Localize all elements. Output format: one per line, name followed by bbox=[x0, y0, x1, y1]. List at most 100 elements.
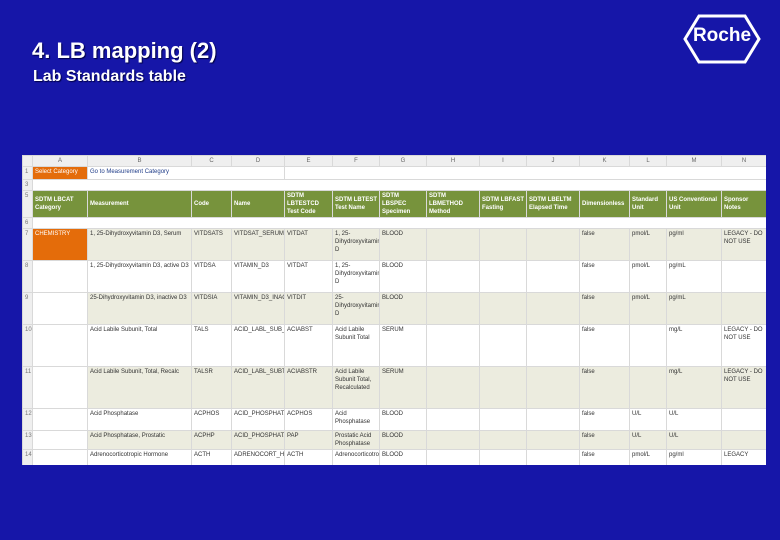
select-all-corner[interactable] bbox=[22, 155, 33, 167]
table-cell[interactable]: TALSR bbox=[191, 366, 232, 409]
table-cell[interactable]: false bbox=[579, 324, 630, 367]
table-cell[interactable]: TALS bbox=[191, 324, 232, 367]
table-cell[interactable]: pg/ml bbox=[666, 449, 722, 465]
empty-cell[interactable] bbox=[32, 430, 88, 450]
empty-cell[interactable] bbox=[32, 449, 88, 465]
empty-cell[interactable] bbox=[284, 166, 766, 180]
table-cell[interactable]: Acid Phosphatase bbox=[87, 408, 192, 431]
table-cell[interactable]: LEGACY - DO NOT USE bbox=[721, 324, 766, 367]
table-cell[interactable]: BLOOD bbox=[379, 260, 427, 293]
table-cell[interactable]: mg/L bbox=[666, 324, 722, 367]
table-cell[interactable]: VITDSATS bbox=[191, 228, 232, 261]
table-cell[interactable] bbox=[426, 324, 480, 367]
column-letter[interactable]: L bbox=[629, 155, 667, 167]
table-cell[interactable] bbox=[426, 260, 480, 293]
column-header[interactable]: SDTM LBMETHOD Method bbox=[426, 190, 480, 218]
select-category-button[interactable]: Select Category bbox=[32, 166, 88, 180]
table-cell[interactable]: false bbox=[579, 408, 630, 431]
table-cell[interactable] bbox=[426, 228, 480, 261]
table-cell[interactable] bbox=[479, 228, 527, 261]
table-cell[interactable]: 25-Dihydroxyvitamin D3, inactive D3 bbox=[87, 292, 192, 325]
table-cell[interactable]: pg/mL bbox=[666, 292, 722, 325]
table-cell[interactable] bbox=[479, 449, 527, 465]
table-cell[interactable]: ACID_LABL_SUB_TOTAL bbox=[231, 324, 285, 367]
empty-cell[interactable] bbox=[32, 179, 766, 191]
table-cell[interactable]: VITDSA bbox=[191, 260, 232, 293]
column-header[interactable]: Standard Unit bbox=[629, 190, 667, 218]
empty-cell[interactable] bbox=[32, 408, 88, 431]
table-cell[interactable] bbox=[526, 430, 580, 450]
table-cell[interactable]: U/L bbox=[666, 430, 722, 450]
table-cell[interactable] bbox=[426, 408, 480, 431]
table-cell[interactable]: false bbox=[579, 366, 630, 409]
column-letter[interactable]: A bbox=[32, 155, 88, 167]
column-header[interactable]: SDTM LBELTM Elapsed Time bbox=[526, 190, 580, 218]
table-cell[interactable]: false bbox=[579, 449, 630, 465]
table-cell[interactable]: Acid Labile Subunit, Total bbox=[87, 324, 192, 367]
table-cell[interactable]: ADRENOCORT_H bbox=[231, 449, 285, 465]
table-cell[interactable]: 25-Dihydroxyvitamin D bbox=[332, 292, 380, 325]
table-cell[interactable]: ACIABST bbox=[284, 324, 333, 367]
table-cell[interactable]: Acid Phosphatase bbox=[332, 408, 380, 431]
table-cell[interactable]: VITAMIN_D3_INACTIVE bbox=[231, 292, 285, 325]
table-cell[interactable] bbox=[721, 408, 766, 431]
table-cell[interactable]: Adrenocorticotropic bbox=[332, 449, 380, 465]
table-cell[interactable]: Acid Labile Subunit Total bbox=[332, 324, 380, 367]
column-header[interactable]: Code bbox=[191, 190, 232, 218]
column-header[interactable]: SDTM LBSPEC Specimen bbox=[379, 190, 427, 218]
table-cell[interactable]: VITDAT bbox=[284, 260, 333, 293]
table-cell[interactable] bbox=[479, 324, 527, 367]
table-cell[interactable]: BLOOD bbox=[379, 449, 427, 465]
table-cell[interactable]: 1, 25-Dihydroxyvitamin D bbox=[332, 260, 380, 293]
table-cell[interactable] bbox=[426, 430, 480, 450]
column-header[interactable]: Measurement bbox=[87, 190, 192, 218]
table-cell[interactable]: ACPHP bbox=[191, 430, 232, 450]
table-cell[interactable] bbox=[526, 292, 580, 325]
table-cell[interactable]: U/L bbox=[629, 430, 667, 450]
empty-cell[interactable] bbox=[32, 366, 88, 409]
table-cell[interactable] bbox=[526, 449, 580, 465]
table-cell[interactable]: pg/ml bbox=[666, 228, 722, 261]
table-cell[interactable] bbox=[526, 366, 580, 409]
table-cell[interactable] bbox=[721, 260, 766, 293]
table-cell[interactable]: pmol/L bbox=[629, 292, 667, 325]
table-cell[interactable]: pmol/L bbox=[629, 449, 667, 465]
table-cell[interactable]: LEGACY - DO NOT USE bbox=[721, 228, 766, 261]
table-cell[interactable]: BLOOD bbox=[379, 228, 427, 261]
table-cell[interactable]: ACTH bbox=[284, 449, 333, 465]
table-cell[interactable] bbox=[426, 292, 480, 325]
table-cell[interactable]: U/L bbox=[666, 408, 722, 431]
table-cell[interactable] bbox=[629, 366, 667, 409]
table-cell[interactable]: false bbox=[579, 430, 630, 450]
column-letter[interactable]: J bbox=[526, 155, 580, 167]
column-letter[interactable]: C bbox=[191, 155, 232, 167]
column-header[interactable]: US Conventional Unit bbox=[666, 190, 722, 218]
empty-cell[interactable] bbox=[32, 324, 88, 367]
category-cell[interactable]: CHEMISTRY bbox=[32, 228, 88, 261]
table-cell[interactable]: ACID_LABL_SUBT_RECAL bbox=[231, 366, 285, 409]
table-cell[interactable]: Acid Labile Subunit Total, Recalculated bbox=[332, 366, 380, 409]
table-cell[interactable] bbox=[479, 292, 527, 325]
column-letter[interactable]: D bbox=[231, 155, 285, 167]
table-cell[interactable]: VITDIT bbox=[284, 292, 333, 325]
column-letter[interactable]: G bbox=[379, 155, 427, 167]
table-cell[interactable]: 1, 25-Dihydroxyvitamin D3, Serum bbox=[87, 228, 192, 261]
table-cell[interactable]: 1, 25-Dihydroxyvitamin D bbox=[332, 228, 380, 261]
column-letter[interactable]: H bbox=[426, 155, 480, 167]
table-cell[interactable]: false bbox=[579, 228, 630, 261]
table-cell[interactable] bbox=[479, 366, 527, 409]
goto-measurement-link[interactable]: Go to Measurement Category bbox=[87, 166, 285, 180]
column-header[interactable]: SDTM LBTEST Test Name bbox=[332, 190, 380, 218]
table-cell[interactable]: BLOOD bbox=[379, 292, 427, 325]
table-cell[interactable]: BLOOD bbox=[379, 430, 427, 450]
column-letter[interactable]: F bbox=[332, 155, 380, 167]
column-header[interactable]: Sponsor Notes bbox=[721, 190, 766, 218]
table-cell[interactable] bbox=[479, 408, 527, 431]
table-cell[interactable]: mg/L bbox=[666, 366, 722, 409]
table-cell[interactable]: Prostatic Acid Phosphatase bbox=[332, 430, 380, 450]
table-cell[interactable]: PAP bbox=[284, 430, 333, 450]
table-cell[interactable]: BLOOD bbox=[379, 408, 427, 431]
table-cell[interactable] bbox=[721, 430, 766, 450]
table-cell[interactable]: pmol/L bbox=[629, 228, 667, 261]
column-header[interactable]: SDTM LBFAST Fasting bbox=[479, 190, 527, 218]
